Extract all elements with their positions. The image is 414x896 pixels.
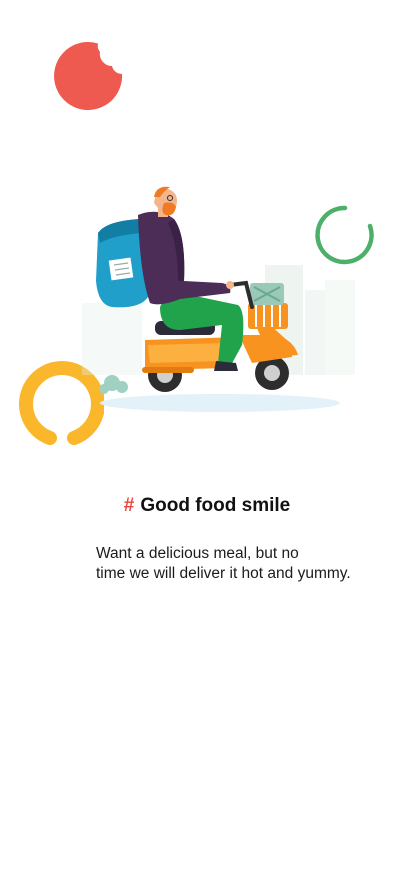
delivery-scooter-illustration — [82, 186, 355, 412]
page-title: # Good food smile — [0, 495, 414, 517]
title-text: Good food smile — [140, 495, 291, 516]
rider-jacket — [138, 211, 231, 305]
rider-head — [154, 186, 177, 216]
hash-prefix: # — [123, 495, 135, 516]
bush — [99, 375, 128, 394]
description: Want a delicious meal, but no time we wi… — [96, 544, 386, 584]
delivery-basket — [248, 283, 288, 329]
red-circle-decoration — [54, 41, 123, 110]
ground-shadow — [100, 394, 340, 412]
description-line-2: time we will deliver it hot and yummy. — [96, 565, 351, 582]
description-line-1: Want a delicious meal, but no — [96, 545, 299, 562]
